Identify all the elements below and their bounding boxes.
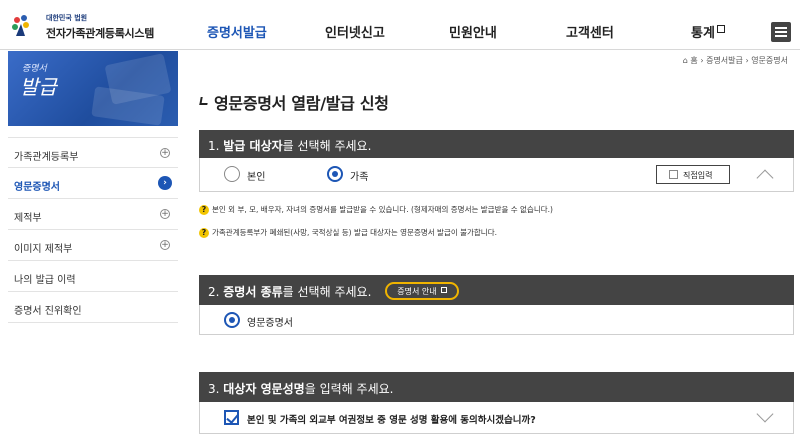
sidebar-item-label: 이미지 제적부: [14, 244, 73, 255]
breadcrumb-level1[interactable]: 증명서발급: [706, 56, 743, 65]
section1-bold: 발급 대상자: [223, 139, 283, 153]
sidebar-item-label: 나의 발급 이력: [14, 275, 76, 286]
arrow-right-icon: ›: [158, 176, 172, 190]
site-logo[interactable]: 대한민국 법원 전자가족관계등록시스템: [6, 10, 156, 42]
nav-certificate-issuance[interactable]: 증명서발급: [207, 22, 267, 41]
logo-title: 전자가족관계등록시스템: [46, 27, 155, 40]
radio-english-certificate[interactable]: [224, 312, 240, 328]
sidebar-item-label: 가족관계등록부: [14, 152, 79, 163]
consent-checkbox[interactable]: [224, 410, 239, 425]
banner-big-text: 발급: [20, 75, 57, 99]
hamburger-icon[interactable]: [771, 22, 791, 42]
sidebar-item-label: 제적부: [14, 213, 42, 224]
chevron-down-icon[interactable]: [756, 405, 774, 423]
direct-input-label: 직접입력: [683, 171, 713, 180]
external-link-icon: [716, 25, 725, 33]
plus-icon: +: [160, 148, 170, 158]
title-mark-icon: [199, 97, 209, 105]
sidebar-item-removed-register[interactable]: 제적부 +: [8, 199, 178, 230]
top-header: 대한민국 법원 전자가족관계등록시스템 증명서발급 인터넷신고 민원안내 고객센…: [0, 0, 800, 50]
breadcrumb: ⌂ 홈 › 증명서발급 › 영문증명서: [683, 55, 788, 66]
section2-bold: 증명서 종류: [223, 285, 283, 299]
logo-subtitle: 대한민국 법원: [46, 14, 88, 22]
sidebar-item-issue-history[interactable]: 나의 발급 이력: [8, 261, 178, 292]
section3-body: 본인 및 가족의 외교부 여권정보 중 영문 성명 활용에 동의하시겠습니까?: [199, 402, 794, 434]
certificate-guide-label: 증명서 안내: [397, 286, 437, 296]
sidebar-banner: 증명서 발급: [8, 51, 178, 126]
help-note-2: ? 가족관계등록부가 폐쇄된(사망, 국적상실 등) 발급 대상자는 영문증명서 …: [199, 227, 497, 238]
nav-civil-guide[interactable]: 민원안내: [449, 22, 497, 41]
sidebar-item-label: 증명서 진위확인: [14, 306, 82, 317]
chevron-up-icon[interactable]: [756, 169, 774, 187]
section3-bold: 대상자 영문성명: [223, 382, 305, 396]
radio-self-label: 본인: [247, 172, 266, 183]
home-icon[interactable]: ⌂: [683, 56, 688, 65]
section1-header: 1. 발급 대상자를 선택해 주세요.: [199, 130, 794, 158]
certificate-guide-button[interactable]: 증명서 안내: [385, 281, 460, 300]
section2-rest: 를 선택해 주세요.: [282, 285, 372, 299]
direct-input-button[interactable]: 직접입력: [656, 165, 730, 184]
consent-label: 본인 및 가족의 외교부 여권정보 중 영문 성명 활용에 동의하시겠습니까?: [247, 415, 536, 426]
plus-icon: +: [160, 240, 170, 250]
section1-prefix: 1.: [208, 139, 224, 153]
court-emblem-icon: [12, 15, 29, 36]
nav-customer-center[interactable]: 고객센터: [566, 22, 614, 41]
section1-rest: 를 선택해 주세요.: [282, 139, 372, 153]
sidebar-item-image-removed-register[interactable]: 이미지 제적부 +: [8, 230, 178, 261]
radio-family[interactable]: [327, 166, 343, 182]
sidebar-menu: 가족관계등록부 + 영문증명서 › 제적부 + 이미지 제적부 + 나의 발급 …: [8, 137, 178, 323]
section2-body: 영문증명서: [199, 305, 794, 335]
plus-icon: +: [160, 209, 170, 219]
nav-internet-report[interactable]: 인터넷신고: [325, 22, 385, 41]
section1-body: 본인 가족 직접입력: [199, 158, 794, 192]
section3-prefix: 3.: [208, 382, 224, 396]
breadcrumb-home[interactable]: 홈: [690, 56, 697, 65]
question-icon: ?: [199, 228, 209, 238]
radio-self[interactable]: [224, 166, 240, 182]
nav-statistics[interactable]: 통계: [691, 22, 725, 41]
sidebar-item-authenticity-check[interactable]: 증명서 진위확인: [8, 292, 178, 323]
help-note-1-text: 본인 외 부, 모, 배우자, 자녀의 증명서를 발급받을 수 있습니다. (형…: [212, 205, 553, 214]
help-note-2-text: 가족관계등록부가 폐쇄된(사망, 국적상실 등) 발급 대상자는 영문증명서 발…: [212, 228, 497, 237]
checkbox-icon: [669, 170, 678, 179]
page-title: 영문증명서 열람/발급 신청: [214, 94, 389, 113]
sidebar-item-label: 영문증명서: [14, 182, 60, 193]
help-note-1: ? 본인 외 부, 모, 배우자, 자녀의 증명서를 발급받을 수 있습니다. (…: [199, 204, 553, 215]
external-link-icon: [441, 286, 448, 293]
question-icon: ?: [199, 205, 209, 215]
section3-rest: 을 입력해 주세요.: [304, 382, 394, 396]
section2-header: 2. 증명서 종류를 선택해 주세요. 증명서 안내: [199, 275, 794, 305]
sidebar-item-english-certificate[interactable]: 영문증명서 ›: [8, 168, 178, 199]
radio-english-certificate-label: 영문증명서: [247, 318, 293, 329]
section3-header: 3. 대상자 영문성명을 입력해 주세요.: [199, 372, 794, 402]
nav-statistics-label: 통계: [691, 26, 715, 41]
sidebar-item-family-register[interactable]: 가족관계등록부 +: [8, 137, 178, 168]
breadcrumb-level2: 영문증명서: [751, 56, 788, 65]
radio-family-label: 가족: [350, 172, 369, 183]
section2-prefix: 2.: [208, 285, 224, 299]
